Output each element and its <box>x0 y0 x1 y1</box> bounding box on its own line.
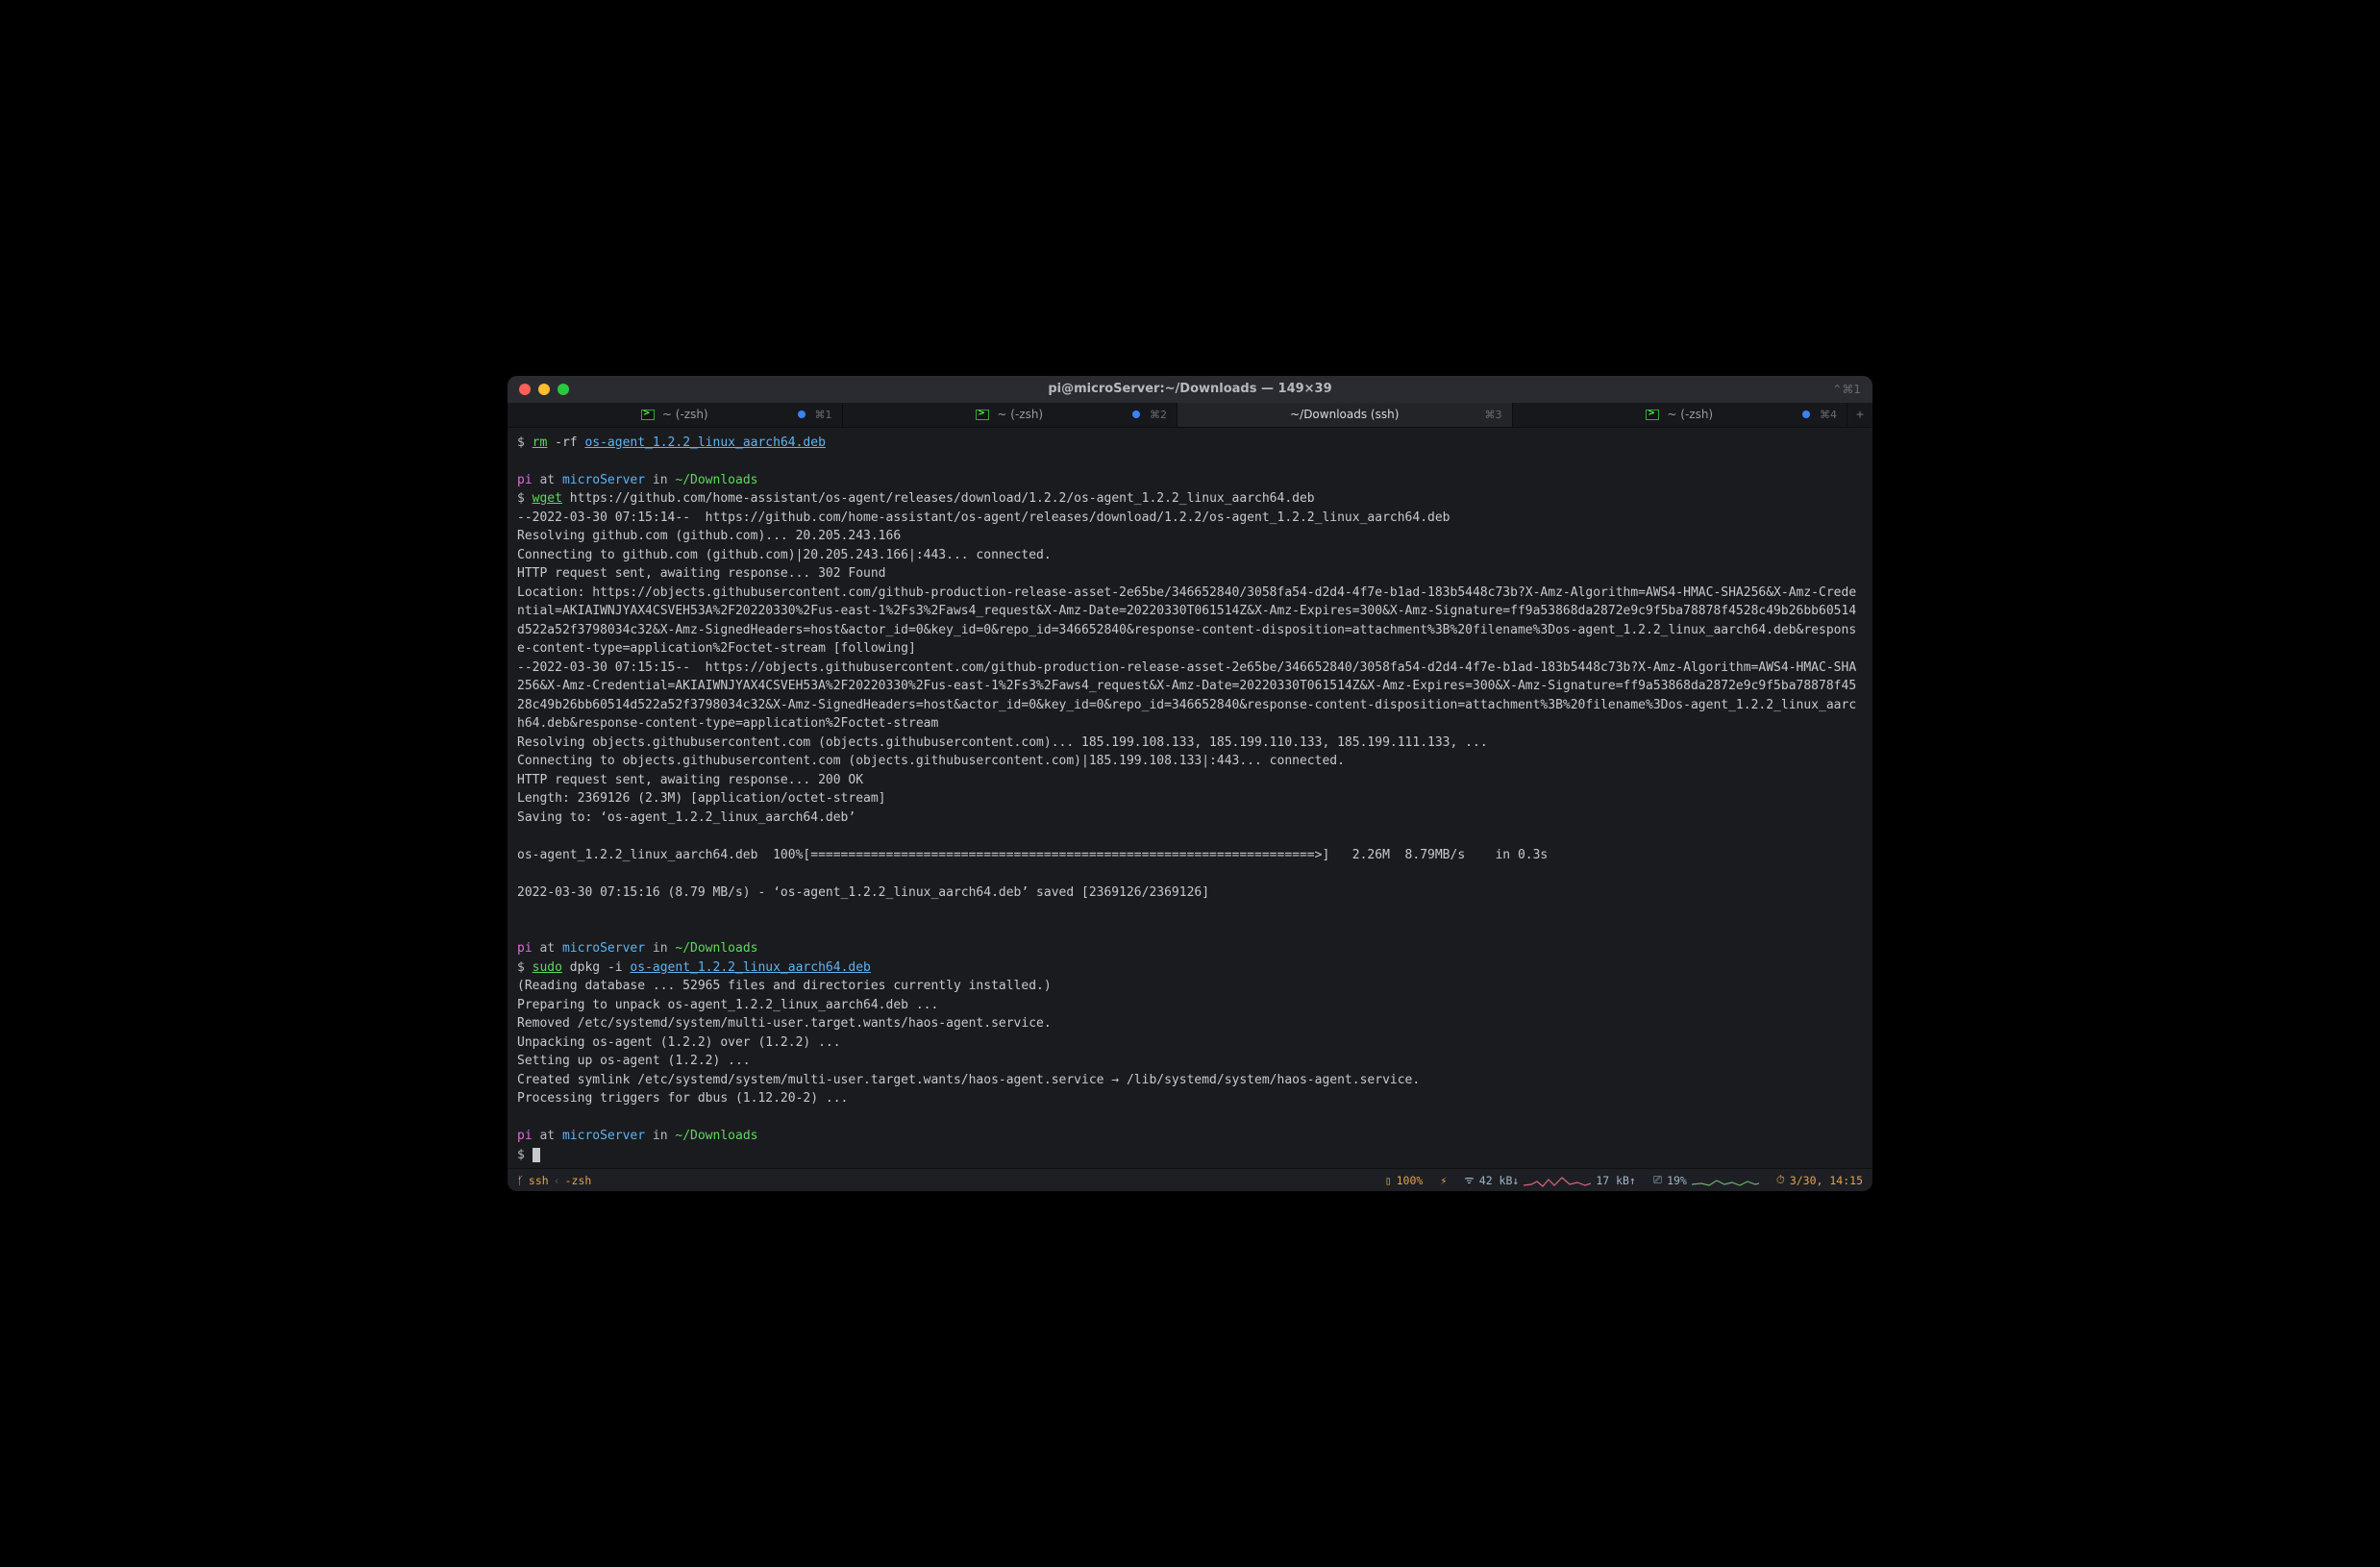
prompt-user: pi <box>517 473 533 487</box>
cmd-flags: -i <box>607 960 623 975</box>
tab-label: ~ (-zsh) <box>1667 408 1713 421</box>
cmd-sudo: sudo <box>533 960 562 975</box>
wget-output: --2022-03-30 07:15:14-- https://github.c… <box>517 510 1856 900</box>
terminal-window: pi@microServer:~/Downloads — 149×39 ⌃⌘1 … <box>508 376 1872 1192</box>
tab-hotkey: ⌘2 <box>1150 409 1167 421</box>
terminal-output[interactable]: $ rm -rf os-agent_1.2.2_linux_aarch64.de… <box>508 428 1872 1169</box>
activity-dot-icon <box>1802 410 1810 418</box>
terminal-icon <box>976 410 989 420</box>
zoom-button[interactable] <box>558 384 569 395</box>
status-battery: ▯ 100% <box>1385 1174 1424 1187</box>
cmd-flags: -rf <box>555 435 577 450</box>
network-icon: ᯤ <box>1464 1173 1475 1187</box>
branch-icon: ᚶ <box>517 1174 524 1187</box>
dpkg-output: (Reading database ... 52965 files and di… <box>517 979 1420 1106</box>
status-network: ᯤ 42 kB↓ 17 kB↑ <box>1464 1173 1636 1187</box>
prompt-path: ~/Downloads <box>675 473 757 487</box>
cmd-arg: os-agent_1.2.2_linux_aarch64.deb <box>630 960 870 975</box>
activity-dot-icon <box>798 410 806 418</box>
cmd-rm: rm <box>533 435 548 450</box>
status-bar: ᚶ ssh ‹ -zsh ▯ 100% ⚡ ᯤ 42 kB↓ 17 kB↑ ⎚ … <box>508 1168 1872 1191</box>
tab-label: ~ (-zsh) <box>997 408 1043 421</box>
window-title: pi@microServer:~/Downloads — 149×39 <box>508 382 1872 396</box>
status-session: ᚶ ssh ‹ -zsh <box>517 1174 591 1187</box>
tab-4[interactable]: ~ (-zsh) ⌘4 <box>1513 403 1848 427</box>
cpu-icon: ⎚ <box>1653 1173 1662 1187</box>
tab-hotkey: ⌘3 <box>1485 409 1502 421</box>
status-cpu: ⎚ 19% <box>1653 1173 1759 1187</box>
minimize-button[interactable] <box>538 384 550 395</box>
status-power: ⚡ <box>1440 1174 1447 1187</box>
sparkline-down-icon <box>1524 1174 1591 1187</box>
tab-2[interactable]: ~ (-zsh) ⌘2 <box>843 403 1178 427</box>
tab-hotkey: ⌘4 <box>1820 409 1837 421</box>
new-tab-button[interactable]: + <box>1847 403 1872 427</box>
prompt-host: microServer <box>562 473 645 487</box>
cursor <box>533 1148 540 1162</box>
battery-icon: ▯ <box>1385 1174 1392 1187</box>
tab-label: ~/Downloads (ssh) <box>1290 408 1399 421</box>
activity-dot-icon <box>1132 410 1140 418</box>
sparkline-cpu-icon <box>1692 1174 1759 1187</box>
prompt-symbol: $ <box>517 435 525 450</box>
tab-3-active[interactable]: ~/Downloads (ssh) ⌘3 <box>1178 403 1513 427</box>
tab-bar: ~ (-zsh) ⌘1 ~ (-zsh) ⌘2 ~/Downloads (ssh… <box>508 403 1872 428</box>
window-hotkey-hint: ⌃⌘1 <box>1832 383 1861 396</box>
close-button[interactable] <box>519 384 531 395</box>
tab-hotkey: ⌘1 <box>815 409 832 421</box>
clock-icon: ⏱ <box>1776 1173 1785 1187</box>
terminal-icon <box>1646 410 1659 420</box>
cmd-wget: wget <box>533 491 562 506</box>
cmd-dpkg: dpkg <box>570 960 600 975</box>
titlebar: pi@microServer:~/Downloads — 149×39 ⌃⌘1 <box>508 376 1872 403</box>
tab-1[interactable]: ~ (-zsh) ⌘1 <box>508 403 843 427</box>
tab-label: ~ (-zsh) <box>662 408 708 421</box>
cmd-arg: https://github.com/home-assistant/os-age… <box>570 491 1315 506</box>
bolt-icon: ⚡ <box>1440 1174 1447 1187</box>
terminal-icon <box>641 410 655 420</box>
status-clock: ⏱ 3/30, 14:15 <box>1776 1173 1863 1187</box>
cmd-arg: os-agent_1.2.2_linux_aarch64.deb <box>584 435 825 450</box>
traffic-lights <box>519 384 569 395</box>
